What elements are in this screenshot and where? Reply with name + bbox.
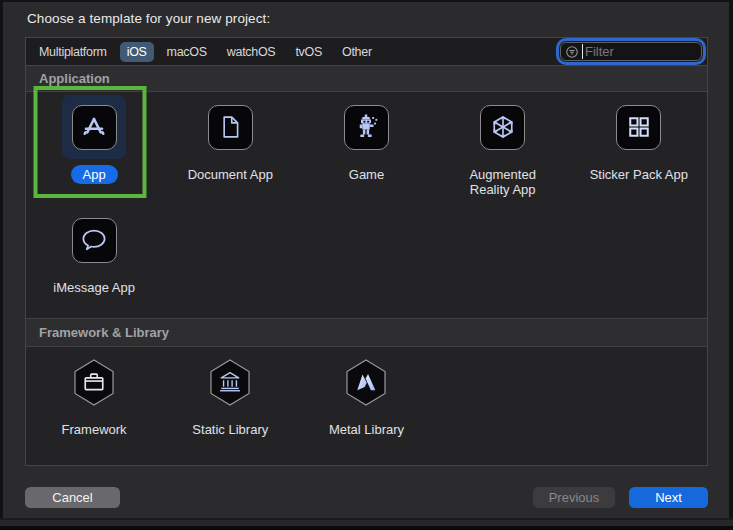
template-icon-area: [62, 208, 126, 272]
imessage-bubble-icon: [72, 218, 117, 263]
section-header-label: Framework & Library: [39, 325, 169, 340]
template-label: Augmented Reality App: [453, 167, 553, 197]
tab-other[interactable]: Other: [335, 42, 379, 62]
template-icon-area: [607, 95, 671, 159]
template-item-framework[interactable]: Framework: [26, 347, 162, 465]
template-icon-area: [471, 95, 535, 159]
template-icon-area: [334, 350, 398, 414]
window-border-left: [0, 0, 3, 530]
briefcase-icon: [73, 359, 115, 406]
sticker-grid-icon: [616, 105, 661, 150]
template-grid-framework: Framework Static Library Metal Library: [26, 347, 707, 465]
tab-ios[interactable]: iOS: [120, 42, 154, 62]
template-label: Static Library: [192, 422, 268, 437]
cancel-button[interactable]: Cancel: [25, 487, 120, 508]
template-item-app[interactable]: App: [26, 92, 162, 205]
window-border-top: [0, 0, 733, 2]
template-item-game[interactable]: Game: [298, 92, 434, 205]
template-label: Framework: [62, 422, 127, 437]
template-item-imessage-app[interactable]: iMessage App: [26, 205, 162, 318]
template-label: App: [71, 165, 118, 184]
template-item-augmented-reality-app[interactable]: Augmented Reality App: [435, 92, 571, 205]
ar-cube-icon: [480, 105, 525, 150]
platform-tab-bar: Multiplatform iOS macOS watchOStvOS Other Fil…: [26, 38, 707, 66]
template-label: Sticker Pack App: [590, 167, 688, 182]
tab-multiplatform[interactable]: Multiplatform: [32, 42, 114, 62]
window-border-right: [729, 0, 733, 530]
template-icon-area: [62, 95, 126, 159]
template-item-static-library[interactable]: Static Library: [162, 347, 298, 465]
next-button[interactable]: Next: [629, 487, 708, 508]
tab-watchos[interactable]: watchOS: [220, 42, 283, 62]
template-label: iMessage App: [53, 280, 135, 295]
filter-input[interactable]: Filter: [560, 42, 702, 61]
appstore-icon: [72, 105, 117, 150]
dialog-title: Choose a template for your new project:: [27, 11, 270, 26]
previous-button[interactable]: Previous: [533, 487, 615, 508]
template-grid-application: App Document App Game Augmented Reality App…: [26, 92, 707, 318]
template-label: Metal Library: [329, 422, 404, 437]
template-icon-area: [334, 95, 398, 159]
section-header-label: Application: [39, 71, 110, 86]
game-robot-icon: [344, 105, 389, 150]
filter-icon: [565, 45, 579, 59]
metal-m-icon: [345, 359, 387, 406]
section-header-framework: Framework & Library: [26, 318, 707, 347]
template-icon-area: [198, 350, 262, 414]
window-bottom-edge: [0, 518, 733, 530]
tab-tvos[interactable]: tvOS: [288, 42, 329, 62]
template-icon-area: [62, 350, 126, 414]
template-icon-area: [198, 95, 262, 159]
bank-icon: [209, 359, 251, 406]
template-item-sticker-pack-app[interactable]: Sticker Pack App: [571, 92, 707, 205]
template-chooser-panel: Multiplatform iOS macOS watchOStvOS Other Fil…: [25, 37, 708, 466]
document-icon: [208, 105, 253, 150]
tab-macos[interactable]: macOS: [160, 42, 214, 62]
template-item-document-app[interactable]: Document App: [162, 92, 298, 205]
filter-placeholder: Filter: [582, 44, 614, 59]
template-label: Document App: [188, 167, 273, 182]
template-item-metal-library[interactable]: Metal Library: [298, 347, 434, 465]
template-label: Game: [349, 167, 384, 182]
section-header-application: Application: [26, 66, 707, 92]
